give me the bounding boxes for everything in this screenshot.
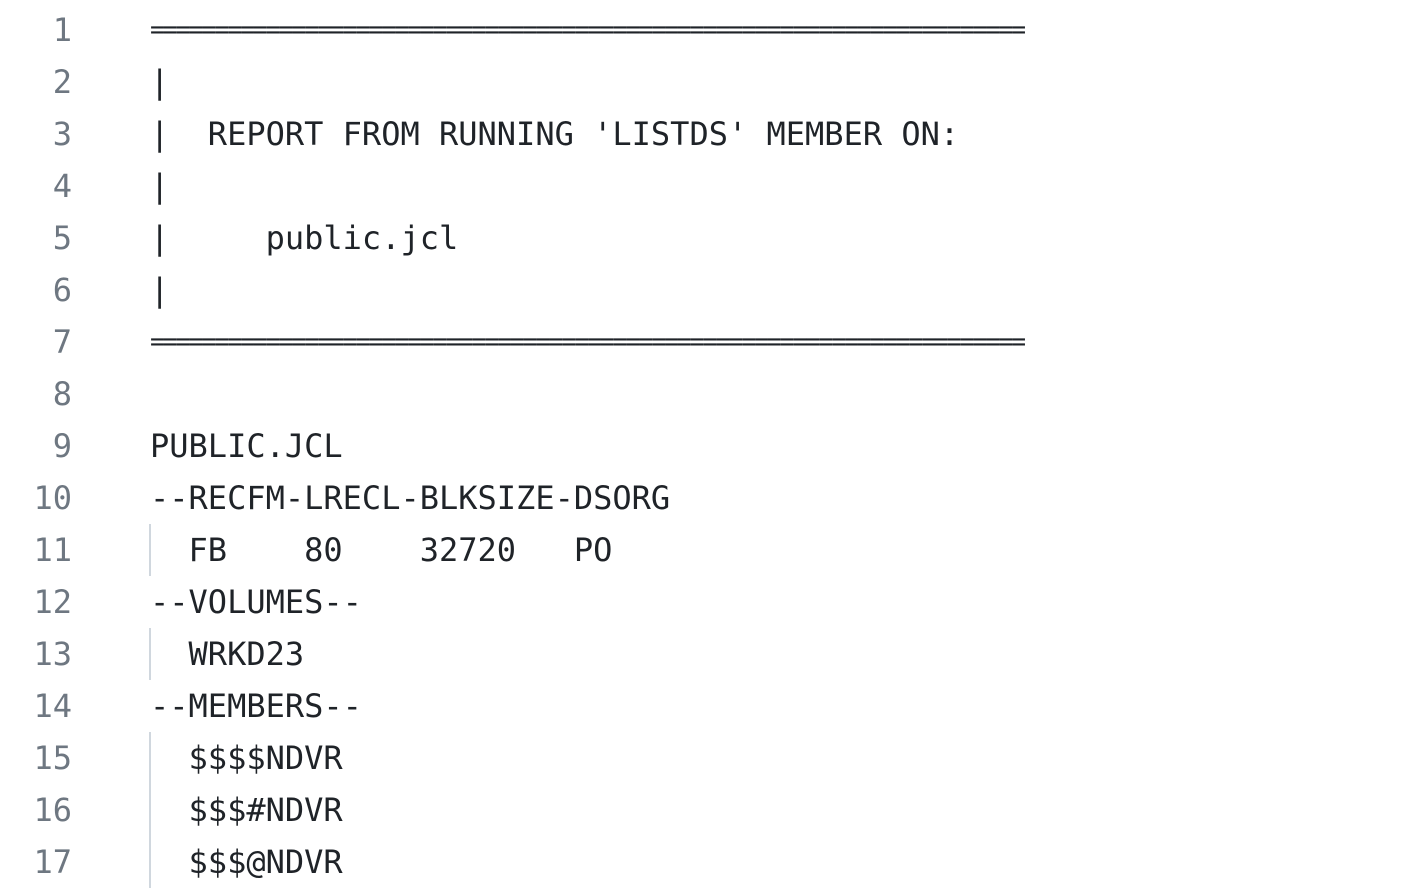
line-content: WRKD23	[150, 635, 305, 673]
line-content: $$$$NDVR	[150, 739, 343, 777]
line-content: --VOLUMES--	[150, 583, 362, 621]
code-line: 7 ======================================…	[0, 316, 1412, 368]
code-line: 13 WRKD23	[0, 628, 1412, 680]
code-line: 6 |	[0, 264, 1412, 316]
code-line: 1 ======================================…	[0, 4, 1412, 56]
line-content: $$$#NDVR	[150, 791, 343, 829]
line-content: |	[150, 63, 170, 101]
code-line: 5 | public.jcl	[0, 212, 1412, 264]
line-number[interactable]: 12	[0, 576, 72, 628]
code-line: 11 FB 80 32720 PO	[0, 524, 1412, 576]
line-number[interactable]: 16	[0, 784, 72, 836]
line-number[interactable]: 10	[0, 472, 72, 524]
code-line: 16 $$$#NDVR	[0, 784, 1412, 836]
line-content: ========================================…	[150, 327, 1026, 356]
line-number[interactable]: 14	[0, 680, 72, 732]
line-number[interactable]: 11	[0, 524, 72, 576]
line-number[interactable]: 5	[0, 212, 72, 264]
code-line: 8	[0, 368, 1412, 420]
line-content: | public.jcl	[150, 219, 459, 257]
code-line: 2 |	[0, 56, 1412, 108]
line-number[interactable]: 4	[0, 160, 72, 212]
code-line: 10 --RECFM-LRECL-BLKSIZE-DSORG	[0, 472, 1412, 524]
line-number[interactable]: 9	[0, 420, 72, 472]
line-number[interactable]: 6	[0, 264, 72, 316]
line-number[interactable]: 2	[0, 56, 72, 108]
line-content: FB 80 32720 PO	[150, 531, 613, 569]
code-line: 4 |	[0, 160, 1412, 212]
line-content: --RECFM-LRECL-BLKSIZE-DSORG	[150, 479, 671, 517]
line-content: |	[150, 271, 170, 309]
line-number[interactable]: 1	[0, 4, 72, 56]
line-number[interactable]: 15	[0, 732, 72, 784]
line-number[interactable]: 7	[0, 316, 72, 368]
line-content: --MEMBERS--	[150, 687, 362, 725]
line-content: | REPORT FROM RUNNING 'LISTDS' MEMBER ON…	[150, 115, 960, 153]
code-line: 3 | REPORT FROM RUNNING 'LISTDS' MEMBER …	[0, 108, 1412, 160]
code-line: 9 PUBLIC.JCL	[0, 420, 1412, 472]
code-viewer: 1 ======================================…	[0, 4, 1412, 888]
line-content: PUBLIC.JCL	[150, 427, 343, 465]
line-number[interactable]: 13	[0, 628, 72, 680]
code-line: 12 --VOLUMES--	[0, 576, 1412, 628]
line-content: $$$@NDVR	[150, 843, 343, 881]
line-content: |	[150, 167, 170, 205]
line-content: ========================================…	[150, 15, 1026, 44]
code-line: 15 $$$$NDVR	[0, 732, 1412, 784]
code-line: 14 --MEMBERS--	[0, 680, 1412, 732]
line-number[interactable]: 3	[0, 108, 72, 160]
code-line: 17 $$$@NDVR	[0, 836, 1412, 888]
line-number[interactable]: 8	[0, 368, 72, 420]
line-number[interactable]: 17	[0, 836, 72, 888]
